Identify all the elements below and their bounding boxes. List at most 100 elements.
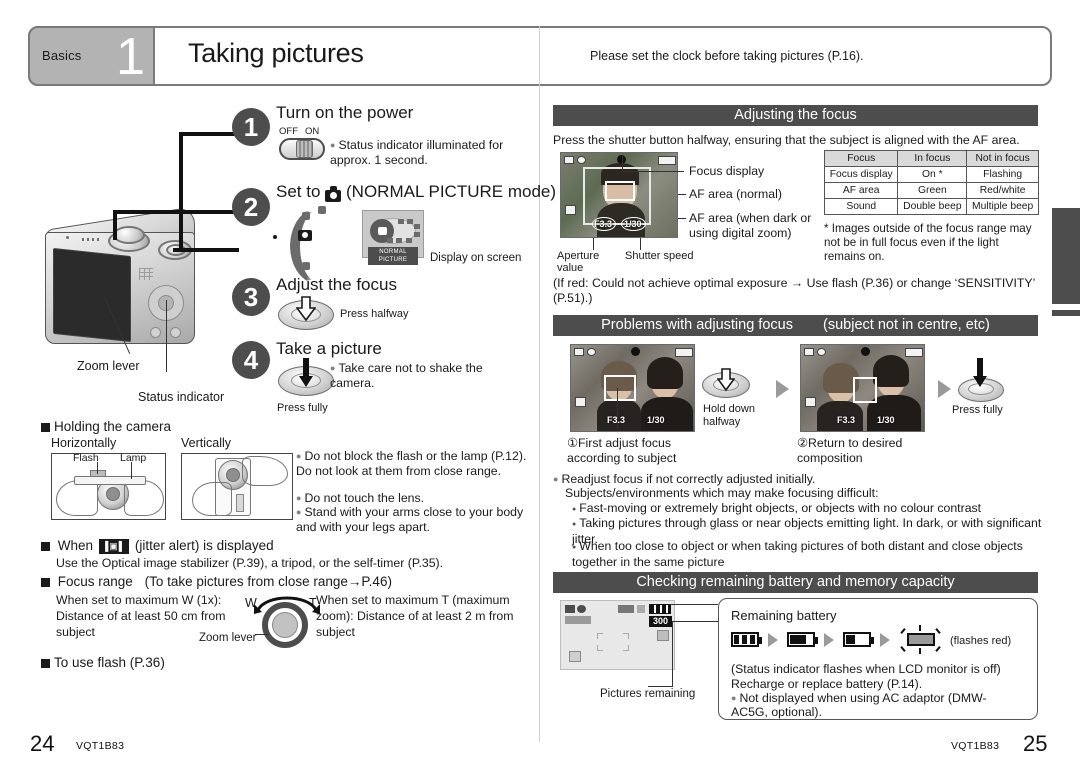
shutter-speed-label: Shutter speed	[625, 250, 694, 262]
page-header: Basics 1 Taking pictures Please set the …	[28, 26, 1052, 88]
problems-subbullet-1: Fast-moving or extremely bright objects,…	[572, 501, 1042, 517]
arrow-down-hollow-icon	[717, 368, 735, 392]
problem-step2-caption: ②Return to desired composition	[797, 436, 903, 465]
focus-range-right-text: When set to maximum T (maximum zoom): Di…	[316, 593, 514, 639]
step-title-4: Take a picture	[276, 339, 382, 358]
power-on-label: ON	[305, 126, 320, 137]
table-header-focus: Focus	[823, 150, 899, 167]
battery-sample-screen: 300	[560, 600, 675, 670]
header-note: Please set the clock before taking pictu…	[590, 49, 864, 63]
jitter-heading-after: (jitter alert) is displayed	[134, 538, 274, 553]
pictures-remaining-value: 300	[649, 616, 672, 627]
holding-vertical-illustration	[181, 453, 293, 520]
left-page-code: VQT1B83	[76, 740, 125, 752]
connector-step3	[173, 248, 239, 252]
step-number-1: 1	[232, 108, 270, 146]
battery-empty-flashing-icon	[899, 625, 943, 654]
problem2-shutter: 1/30	[877, 415, 895, 425]
focus-table-footnote: * Images outside of the focus range may …	[824, 222, 1032, 263]
right-page-number: 25	[1023, 731, 1048, 756]
focus-sample-screenshot: F3.3 1/30	[560, 152, 678, 238]
flashes-red-label: (flashes red)	[950, 635, 1012, 647]
section-header-battery: Checking remaining battery and memory ca…	[553, 572, 1038, 593]
holding-bullet-2: Do not touch the lens.	[296, 491, 534, 506]
problem-screenshot-2: F3.3 1/30	[800, 344, 925, 432]
battery-bullet: Not displayed when using AC adaptor (DMW…	[731, 691, 1023, 719]
aperture-value-label: Aperture value	[557, 250, 600, 274]
camera-mode-icon-lens	[330, 192, 337, 199]
step4-bullet: Take care not to shake the camera.	[330, 361, 525, 391]
callout-af-area-dark: AF area (when dark or using digital zoom…	[689, 211, 812, 240]
arrow-down-solid-icon	[973, 358, 987, 387]
problems-bullet-1-cont: Subjects/environments which may make foc…	[565, 486, 879, 500]
press-halfway-caption: Press halfway	[340, 308, 409, 320]
chapter-thumb-tab	[1052, 208, 1080, 304]
callout-af-area-normal: AF area (normal)	[689, 187, 782, 201]
jitter-heading-before: When	[57, 538, 94, 553]
focus-range-heading-note: (To take pictures from close range→P.46)	[144, 574, 392, 589]
holding-horizontal-illustration: Flash Lamp	[51, 453, 166, 520]
camera-mode-icon-top	[330, 186, 337, 190]
table-header-not-in-focus: Not in focus	[966, 150, 1039, 167]
left-page-number: 24	[30, 731, 55, 756]
table-header-row: Focus In focus Not in focus	[823, 150, 1039, 167]
zoom-lever-caption: Zoom lever	[199, 632, 257, 644]
mode-screen-caption: Display on screen	[430, 252, 522, 264]
red-exposure-note: (If red: Could not achieve optimal expos…	[553, 276, 1035, 305]
problems-heading: Problems with adjusting focus	[601, 317, 793, 333]
flow-arrow-1-icon	[776, 380, 789, 398]
step-number-2: 2	[232, 188, 270, 226]
mode-badge: NORMAL PICTURE	[368, 247, 418, 265]
press-fully-caption-right: Press fully	[952, 404, 1003, 416]
problem2-aperture: F3.3	[837, 415, 856, 425]
step-number-4: 4	[232, 341, 270, 379]
press-fully-caption: Press fully	[277, 402, 328, 414]
remaining-battery-label: Remaining battery	[731, 608, 837, 623]
adjusting-focus-intro: Press the shutter button halfway, ensuri…	[553, 133, 1020, 147]
header-bar	[28, 26, 1052, 86]
problems-heading-sub: (subject not in centre, etc)	[823, 317, 990, 333]
section-header-problems: Problems with adjusting focus (subject n…	[553, 315, 1038, 336]
jitter-body: Use the Optical image stabilizer (P.39),…	[56, 556, 444, 570]
step-number-3: 3	[232, 278, 270, 316]
table-row: Focus display On * Flashing	[823, 166, 1039, 183]
holding-heading: Holding the camera	[41, 419, 171, 434]
chapter-label: Basics	[42, 48, 82, 63]
chapter-number: 1	[116, 28, 145, 86]
connector-step1	[179, 134, 183, 252]
table-row: AF area Green Red/white	[823, 182, 1039, 199]
label-zoom-lever: Zoom lever	[77, 359, 140, 373]
battery-note-1: (Status indicator flashes when LCD monit…	[731, 662, 1001, 676]
focus-status-table: Focus In focus Not in focus Focus displa…	[823, 150, 1039, 215]
problem-screenshot-1: F3.3 1/30	[570, 344, 695, 432]
lamp-label: Lamp	[120, 452, 147, 464]
problem-step1-caption: ①First adjust focus according to subject	[567, 436, 677, 465]
holding-horizontal-label: Horizontally	[51, 436, 117, 450]
zoom-w-label: W	[245, 596, 257, 610]
problems-subbullet-3: When too close to object or when taking …	[572, 539, 1042, 569]
table-header-in-focus: In focus	[897, 150, 968, 167]
to-use-flash-heading: To use flash (P.36)	[41, 655, 165, 670]
focus-range-heading: Focus range	[57, 574, 133, 589]
problem1-shutter: 1/30	[647, 415, 665, 425]
problem1-aperture: F3.3	[607, 415, 626, 425]
page-title: Taking pictures	[188, 38, 364, 68]
sample-shutter-value: 1/30	[624, 219, 642, 229]
power-off-label: OFF	[279, 126, 298, 137]
step1-bullet: Status indicator illuminated for approx.…	[330, 138, 535, 168]
arrow-down-solid-icon	[299, 358, 313, 387]
arrow-down-hollow-icon	[296, 296, 316, 322]
step-title-2-suffix: (NORMAL PICTURE mode)	[346, 182, 557, 201]
step-title-1: Turn on the power	[276, 103, 414, 122]
jitter-alert-icon: ▐▣▌	[98, 539, 130, 554]
flow-arrow-2-icon	[938, 380, 951, 398]
page-spine-divider	[539, 26, 540, 742]
manual-page-spread: Basics 1 Taking pictures Please set the …	[0, 0, 1080, 767]
step-title-3: Adjust the focus	[276, 275, 397, 294]
holding-vertical-label: Vertically	[181, 436, 232, 450]
hold-down-halfway-caption: Hold down halfway	[703, 403, 755, 428]
connector-step2	[113, 212, 117, 240]
table-row: Sound Double beep Multiple beep	[823, 198, 1039, 215]
holding-bullet-3: Stand with your arms close to your body …	[296, 505, 534, 535]
section-header-adjusting-focus: Adjusting the focus	[553, 105, 1038, 126]
